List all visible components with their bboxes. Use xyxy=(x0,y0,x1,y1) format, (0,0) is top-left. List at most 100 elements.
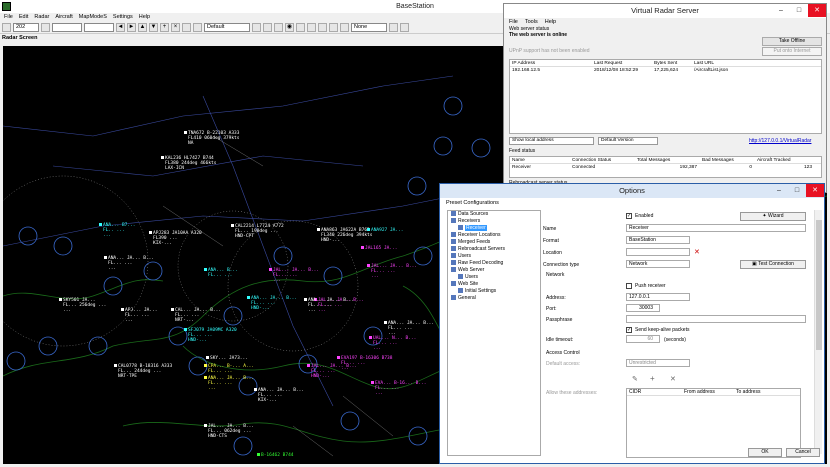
aircraft-label[interactable]: CAL... JA... B... FL... ... NRT-... xyxy=(171,308,221,323)
delete-icon[interactable]: × xyxy=(171,23,180,32)
test-connection-button[interactable]: ▣ Test Connection xyxy=(740,260,806,269)
aircraft-label[interactable]: CAL2214 L7724 A772 FL... 198deg ... HND-CP… xyxy=(231,224,284,239)
options-scrollbar[interactable] xyxy=(814,210,822,454)
menu-tools[interactable]: Tools xyxy=(525,18,538,26)
aircraft-label[interactable]: ANA... JA... B... FL... ... HND-... xyxy=(247,296,297,311)
toolbar-button[interactable] xyxy=(329,23,338,32)
toolbar-button[interactable] xyxy=(307,23,316,32)
aircraft-label[interactable]: EVA... B-16... B... FL... ...... xyxy=(371,381,426,396)
format-select[interactable]: BaseStation xyxy=(626,236,690,244)
menu-file[interactable]: File xyxy=(509,18,518,26)
clear-location-icon[interactable]: ✕ xyxy=(694,248,700,256)
menu-file[interactable]: File xyxy=(4,13,13,22)
table-row[interactable]: 192.168.12.5 2018/12/08 18:52:29 17,225,… xyxy=(510,67,821,74)
column-header[interactable]: Bytes Sent xyxy=(652,60,692,66)
column-header[interactable]: Bad Messages xyxy=(700,157,755,163)
aircraft-label[interactable]: APJ283 JA10AA A320 FL390 ... KIX-... xyxy=(149,231,202,246)
column-header[interactable]: Total Messages xyxy=(635,157,700,163)
aircraft-label[interactable]: TNA672 B-22103 A333 FL410 060deg 379kts NA xyxy=(184,131,239,146)
delete-icon[interactable]: ✕ xyxy=(670,375,676,383)
arrow-left-icon[interactable]: ◄ xyxy=(116,23,125,32)
name-field[interactable]: Receiver xyxy=(626,224,806,232)
minimize-icon[interactable]: – xyxy=(772,4,790,17)
aircraft-label[interactable]: CAL0778 B-18316 A333 FL... 244deg ... NRT-… xyxy=(114,364,172,379)
maximize-icon[interactable]: □ xyxy=(790,4,808,17)
add-icon[interactable]: + xyxy=(160,23,169,32)
zoom-select[interactable]: 202 xyxy=(13,23,39,32)
menu-radar[interactable]: Radar xyxy=(34,13,49,22)
aircraft-label[interactable]: ANA... JA... B... FL... ...... xyxy=(304,298,354,313)
tree-item[interactable]: General xyxy=(448,295,540,302)
aircraft-label[interactable]: ANA... JA... B... FL... ...... xyxy=(104,256,154,271)
aircraft-label[interactable]: APJ... JA... FL... ...... xyxy=(121,308,158,323)
options-tree[interactable]: Data Sources Receivers Receiver Receiver Lo… xyxy=(447,210,541,456)
aircraft-label[interactable]: SFJ079 JA09MC A320 FL... ... HND-... xyxy=(184,328,237,343)
toolbar-button[interactable] xyxy=(2,23,11,32)
column-header[interactable]: CIDR xyxy=(627,389,682,395)
aircraft-label[interactable]: KAL236 HL7427 B744 FL380 244deg 466kts LAX… xyxy=(161,156,216,171)
arrow-down-icon[interactable]: ▼ xyxy=(149,23,158,32)
tree-item[interactable]: Web Site xyxy=(448,281,540,288)
toolbar-button[interactable] xyxy=(41,23,50,32)
tree-item[interactable]: Rebroadcast Servers xyxy=(448,246,540,253)
menu-aircraft[interactable]: Aircraft xyxy=(55,13,72,22)
feed-grid[interactable]: Name Connection Status Total Messages Ba… xyxy=(509,156,822,178)
add-icon[interactable]: + xyxy=(650,374,655,383)
column-header[interactable]: Last Request xyxy=(592,60,652,66)
default-access-select[interactable]: Unrestricted xyxy=(626,359,690,367)
arrow-up-icon[interactable]: ▲ xyxy=(138,23,147,32)
tree-item[interactable]: Web Server xyxy=(448,267,540,274)
toolbar-button[interactable] xyxy=(182,23,191,32)
put-onto-internet-button[interactable]: Put onto Internet xyxy=(762,47,822,56)
table-row[interactable]: Receiver Connected 192,387 0 123 xyxy=(510,164,821,171)
passphrase-field[interactable] xyxy=(626,315,806,323)
menu-mapmodes[interactable]: MapModeS xyxy=(79,13,107,22)
take-offline-button[interactable]: Take Offline xyxy=(762,37,822,46)
aircraft-label[interactable]: JAL... JA... B... FL... ... HND-... xyxy=(307,364,357,379)
aircraft-label[interactable]: ANA... JA... B... FL... ...... xyxy=(204,376,254,391)
menu-help[interactable]: Help xyxy=(545,18,556,26)
edit-icon[interactable]: ✎ xyxy=(632,375,638,383)
toolbar-button[interactable] xyxy=(318,23,327,32)
toolbar-field[interactable] xyxy=(84,23,114,32)
tree-item[interactable]: Receiver Locations xyxy=(448,232,540,239)
column-header[interactable]: Aircraft Tracked xyxy=(755,157,815,163)
maximize-icon[interactable]: □ xyxy=(788,184,806,197)
show-address-select[interactable]: Show local address xyxy=(509,137,594,145)
toolbar-button[interactable] xyxy=(252,23,261,32)
toolbar-button[interactable] xyxy=(193,23,202,32)
toolbar-button[interactable] xyxy=(389,23,398,32)
aircraft-label[interactable]: SKY501 JA... FL... 256deg ...... xyxy=(59,298,106,313)
toolbar-field[interactable] xyxy=(52,23,82,32)
toolbar-button[interactable] xyxy=(274,23,283,32)
map-select[interactable]: Default xyxy=(204,23,250,32)
aircraft-label[interactable]: JAL... JA... B... FL... ...... xyxy=(269,268,319,283)
column-header[interactable]: Name xyxy=(510,157,570,163)
tree-item[interactable]: Initial Settings xyxy=(448,288,540,295)
port-stepper[interactable]: 30003 xyxy=(626,304,660,312)
aircraft-label[interactable]: ANA... JA... B... FL... ...... xyxy=(384,321,434,336)
aircraft-label[interactable]: UAL... N... B... FL... ...... xyxy=(369,336,416,351)
cancel-button[interactable]: Cancel xyxy=(786,448,820,457)
column-header[interactable]: Connection Status xyxy=(570,157,635,163)
menu-help[interactable]: Help xyxy=(139,13,150,22)
ok-button[interactable]: OK xyxy=(748,448,782,457)
aircraft-label[interactable]: CPA... B-... A... FL... ... xyxy=(204,364,254,374)
tree-item[interactable]: Merged Feeds xyxy=(448,239,540,246)
toolbar-button[interactable] xyxy=(296,23,305,32)
column-header[interactable]: Last URL xyxy=(692,60,772,66)
column-header[interactable]: To address xyxy=(734,389,794,395)
aircraft-label[interactable]: JAL... JA... B... FL... 062deg ... HND-CTS xyxy=(204,424,254,439)
menu-settings[interactable]: Settings xyxy=(113,13,133,22)
address-field[interactable]: 127.0.0.1 xyxy=(626,293,690,301)
arrow-right-icon[interactable]: ► xyxy=(127,23,136,32)
toolbar-button[interactable] xyxy=(340,23,349,32)
wizard-button[interactable]: ✦ Wizard xyxy=(740,212,806,221)
aircraft-label[interactable]: JAL165 JA... xyxy=(361,246,398,251)
version-select[interactable]: Default Version xyxy=(598,137,658,145)
server-url-link[interactable]: http://127.0.0.1/VirtualRadar xyxy=(749,138,811,144)
location-select[interactable] xyxy=(626,248,690,256)
toolbar-button[interactable] xyxy=(400,23,409,32)
globe-icon[interactable]: ◉ xyxy=(285,23,294,32)
aircraft-label[interactable]: ANA... JA... B... FL... ... KIX-... xyxy=(254,388,304,403)
